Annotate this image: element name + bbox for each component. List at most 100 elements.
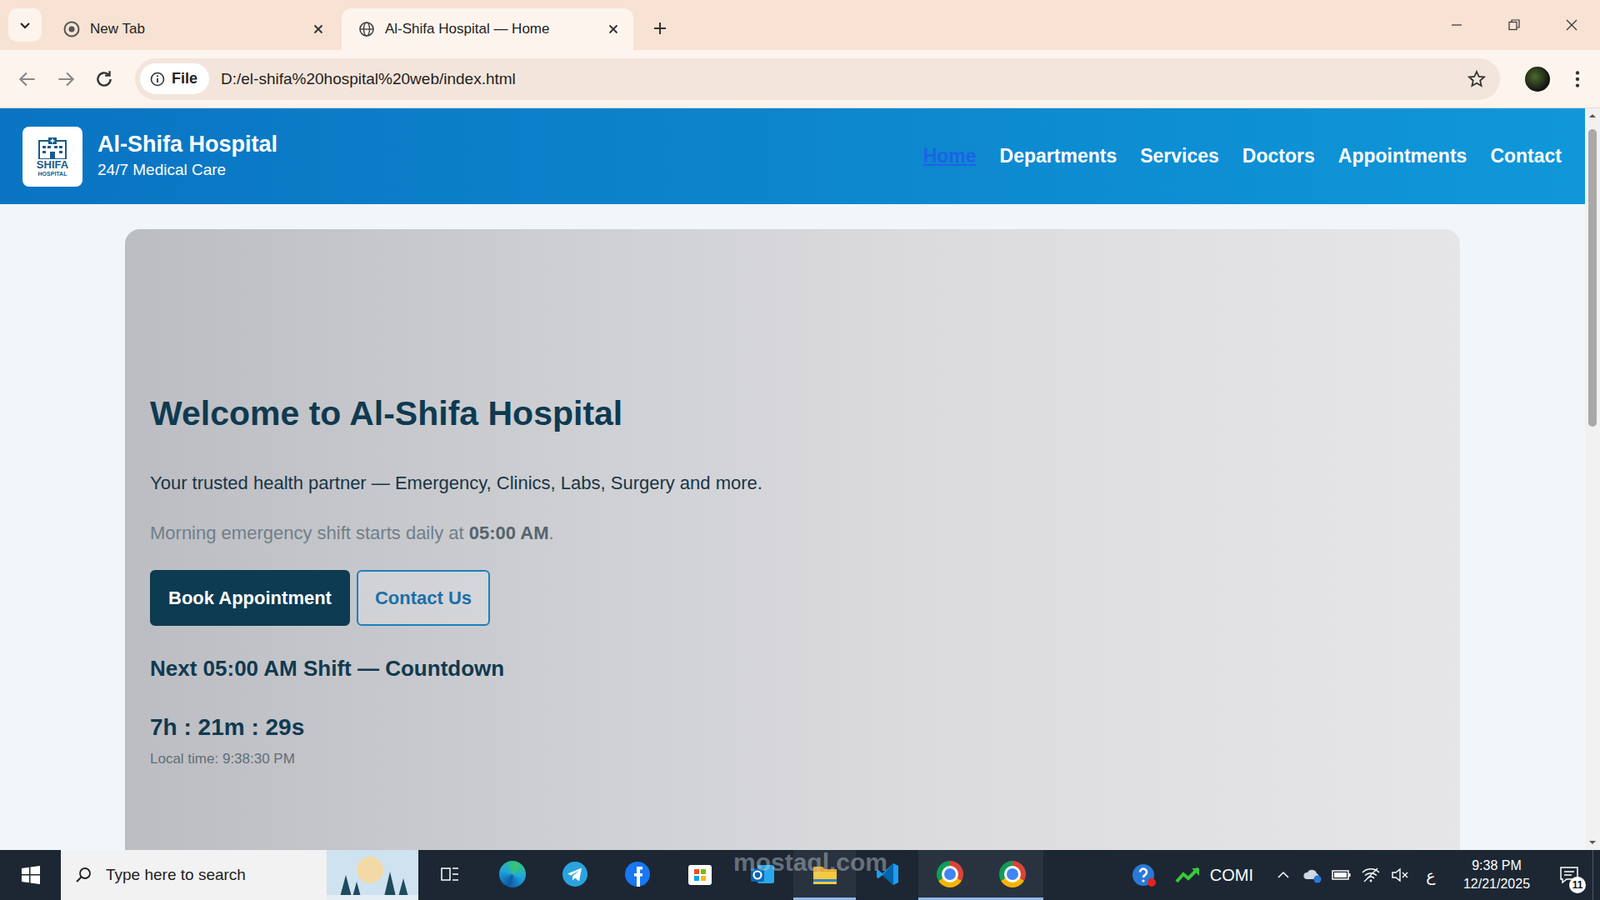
taskbar-app[interactable] <box>855 850 919 900</box>
tray-label: COMI <box>1210 865 1254 885</box>
volume-status[interactable] <box>1385 850 1415 900</box>
address-bar[interactable]: File D:/el-shifa%20hospital%20web/index.h… <box>135 58 1500 100</box>
taskbar-app[interactable] <box>918 850 981 900</box>
web-page: SHIFAHOSPITALAl-Shifa Hospital24/7 Medic… <box>0 108 1585 850</box>
main-nav: Home Departments Services Doctors Appointmen… <box>923 145 1562 168</box>
taskbar-clock[interactable]: 9:38 PM12/21/2025 <box>1447 850 1546 900</box>
nav-link[interactable]: Appointments <box>1338 145 1468 168</box>
taskbar-app[interactable] <box>543 850 606 900</box>
page-body: Welcome to Al-Shifa Hospital Your trusted… <box>0 204 1585 850</box>
chart-arrow-icon <box>1175 865 1200 885</box>
hero: Welcome to Al-Shifa Hospital Your trusted… <box>125 229 1460 850</box>
close-window-button[interactable] <box>1542 0 1600 50</box>
close-icon <box>1565 18 1579 32</box>
address-url[interactable]: D:/el-shifa%20hospital%20web/index.html <box>220 70 1455 89</box>
tab-strip: New Tab Al-Shifa Hospital — Home <box>0 0 1600 50</box>
show-hidden-icons[interactable] <box>1268 850 1298 900</box>
scrollbar[interactable] <box>1585 108 1600 850</box>
speaker-muted-icon <box>1390 866 1410 884</box>
screen: New Tab Al-Shifa Hospital — Home File D:/el… <box>0 0 1600 900</box>
search-icon <box>74 865 93 885</box>
hero-button[interactable]: Contact Us <box>356 570 490 626</box>
plus-icon <box>651 20 669 37</box>
nav-link[interactable]: Departments <box>1000 145 1118 168</box>
browser-tab[interactable]: New Tab <box>46 8 339 50</box>
taskbar-app[interactable] <box>418 850 481 900</box>
close-icon[interactable] <box>606 22 620 36</box>
tab-label: Al-Shifa Hospital — Home <box>385 20 597 38</box>
chrome-core <box>1004 865 1021 883</box>
taskbar-search[interactable]: Type here to search <box>60 850 419 900</box>
logo: SHIFAHOSPITAL <box>22 126 83 187</box>
close-icon[interactable] <box>311 22 325 36</box>
cloud-icon <box>1301 865 1324 885</box>
show-desktop-button[interactable] <box>1592 850 1600 900</box>
chrome-icon <box>999 860 1026 888</box>
nav-link[interactable]: Contact <box>1490 145 1562 168</box>
comi-app[interactable]: COMI <box>1170 850 1269 900</box>
taskbar-app[interactable] <box>668 850 731 900</box>
battery-status[interactable] <box>1326 850 1356 900</box>
clock-time: 9:38 PM <box>1471 856 1522 875</box>
chip-label: File <box>171 70 198 88</box>
new-tab-button[interactable] <box>641 10 679 47</box>
logo-text: SHIFA <box>36 159 69 171</box>
edge-icon <box>499 860 526 888</box>
taskbar-app[interactable] <box>730 850 794 900</box>
restore-button[interactable] <box>1485 0 1543 50</box>
battery-icon <box>1331 867 1352 883</box>
site-info-chip[interactable]: File <box>140 63 210 95</box>
nav-link[interactable]: Services <box>1140 145 1220 168</box>
countdown-heading: Next 05:00 AM Shift — Countdown <box>150 653 1435 684</box>
clock-date: 12/21/2025 <box>1463 875 1530 894</box>
taskbar-app[interactable] <box>793 850 856 900</box>
start-button[interactable] <box>0 850 61 900</box>
browser-toolbar: File D:/el-shifa%20hospital%20web/index.h… <box>0 50 1600 109</box>
globe-icon <box>358 20 375 38</box>
watermark: mostaql.com <box>733 848 888 877</box>
scroll-down-icon[interactable] <box>1585 835 1600 850</box>
taskbar-app[interactable] <box>980 850 1044 900</box>
nav-link[interactable]: Home <box>923 145 977 168</box>
file-explorer-icon <box>811 861 839 887</box>
search-placeholder: Type here to search <box>105 865 314 885</box>
site-subtitle: 24/7 Medical Care <box>97 159 278 182</box>
profile-avatar-icon[interactable] <box>1525 66 1550 92</box>
scroll-up-icon[interactable] <box>1585 108 1600 124</box>
chrome-core <box>941 865 959 883</box>
hero-title: Welcome to Al-Shifa Hospital <box>150 392 1435 435</box>
restore-icon <box>1507 18 1521 32</box>
brand[interactable]: SHIFAHOSPITALAl-Shifa Hospital24/7 Medic… <box>22 126 278 187</box>
logo-subtext: HOSPITAL <box>38 170 68 178</box>
minimize-button[interactable] <box>1427 0 1485 50</box>
wifi-status[interactable] <box>1355 850 1385 900</box>
notification-center[interactable]: 11 <box>1545 850 1593 900</box>
hero-subtitle: Your trusted health partner — Emergency,… <box>150 469 1435 497</box>
onedrive-status[interactable] <box>1297 850 1327 900</box>
help-app[interactable] <box>1118 850 1170 900</box>
back-icon[interactable] <box>16 68 39 90</box>
taskbar-app[interactable] <box>480 850 544 900</box>
browser-tab[interactable]: Al-Shifa Hospital — Home <box>341 8 634 50</box>
shift-time: 05:00 AM <box>469 522 550 544</box>
store-icon <box>687 861 713 887</box>
reload-icon[interactable] <box>93 68 115 90</box>
notification-count: 11 <box>1569 876 1586 894</box>
input-language[interactable]: ع <box>1414 850 1448 900</box>
hero-button[interactable]: Book Appointment <box>150 570 350 626</box>
hero-buttons: Book AppointmentContact Us <box>150 570 1435 626</box>
taskbar-app[interactable] <box>605 850 669 900</box>
info-icon <box>150 71 165 87</box>
search-highlight-image <box>326 850 419 900</box>
menu-dots-icon[interactable] <box>1566 68 1589 90</box>
taskbar-space <box>1043 850 1119 900</box>
shift-note: Morning emergency shift starts daily at … <box>150 519 1435 547</box>
bookmark-star-icon[interactable] <box>1466 69 1487 90</box>
windows-icon <box>20 865 41 885</box>
forward-icon[interactable] <box>55 68 77 90</box>
chevron-down-icon <box>17 17 33 33</box>
local-time: Local time: 9:38:30 PM <box>150 750 1435 769</box>
scrollbar-thumb[interactable] <box>1588 129 1597 427</box>
tab-search-button[interactable] <box>8 8 42 42</box>
nav-link[interactable]: Doctors <box>1242 145 1315 168</box>
